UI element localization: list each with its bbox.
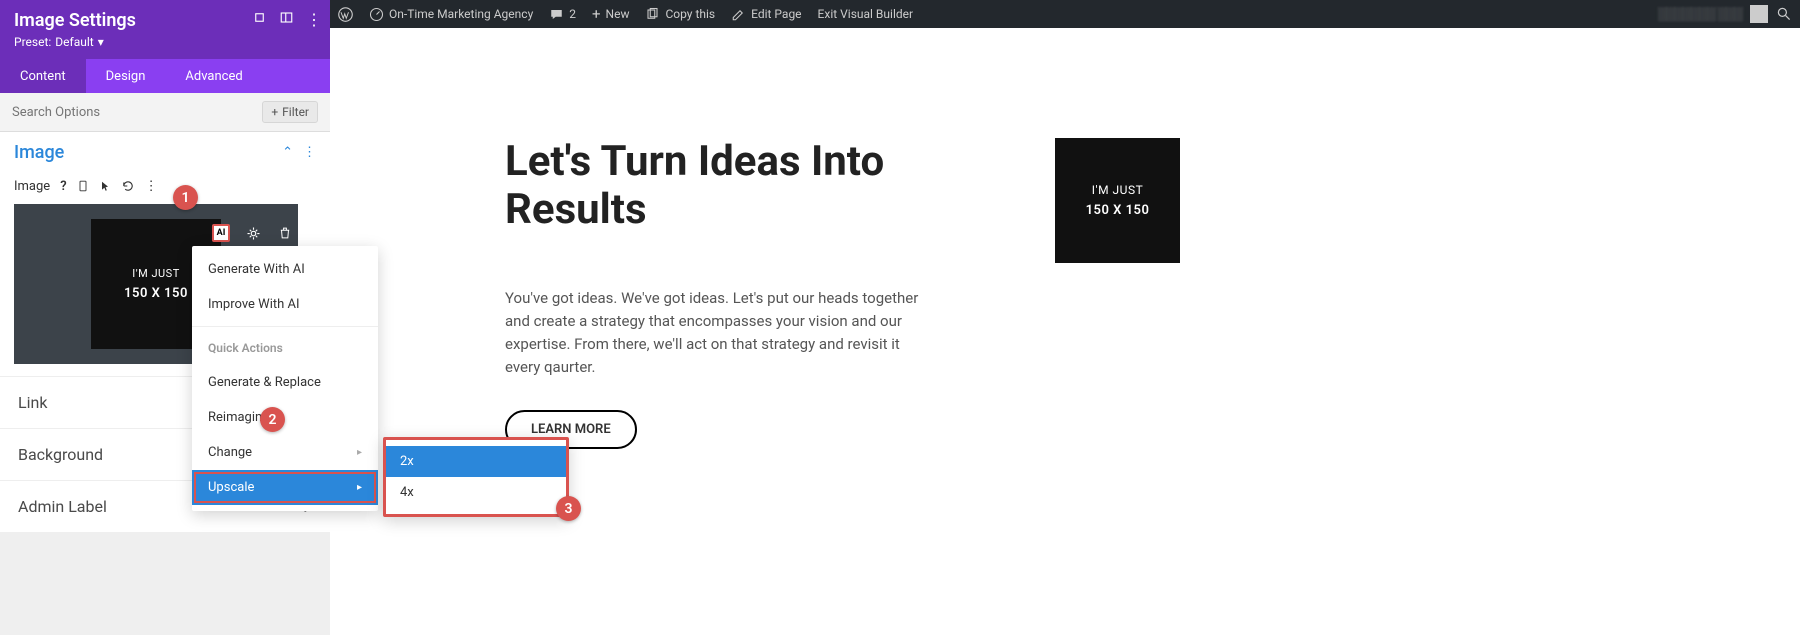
menu-improve-with-ai[interactable]: Improve With AI [192,287,378,322]
preset-value: Default [55,35,93,49]
upscale-submenu: 2x 4x [383,437,569,517]
ai-button[interactable]: AI [212,224,230,242]
step-badge-1: 1 [173,185,198,210]
image-field-row: Image ? ⋮ [0,173,330,200]
menu-quick-actions-heading: Quick Actions [192,331,378,365]
tab-content[interactable]: Content [0,59,86,93]
menu-reimagine[interactable]: Reimagine [192,400,378,435]
menu-generate-replace[interactable]: Generate & Replace [192,365,378,400]
section-more-icon[interactable]: ⋮ [303,145,316,160]
filter-plus-icon: + [271,105,278,119]
comment-icon [549,7,564,22]
hero-heading: Let's Turn Ideas Into Results [505,138,945,235]
preset-dropdown[interactable]: Preset: Default ▾ [14,35,316,49]
menu-generate-with-ai[interactable]: Generate With AI [192,252,378,287]
fullscreen-icon[interactable] [252,10,267,29]
preset-prefix: Preset: [14,35,51,49]
admin-comment-count: 2 [569,7,576,21]
admin-new-label: New [606,7,630,21]
menu-divider [192,326,378,327]
mobile-icon[interactable] [77,179,89,194]
hero-body-text: You've got ideas. We've got ideas. Let's… [505,287,935,380]
hover-cursor-icon[interactable] [99,179,111,194]
more-menu-icon[interactable]: ⋮ [306,10,322,29]
preview-line2: 150 X 150 [124,286,188,301]
wp-admin-bar: On-Time Marketing Agency 2 + New Copy th… [330,0,1800,28]
sidebar-tabs: Content Design Advanced [0,59,330,93]
admin-edit-page[interactable]: Edit Page [731,7,801,22]
tab-advanced[interactable]: Advanced [165,59,262,93]
admin-user-name-blurred: ░░░░░░░ ░░░ [1658,6,1742,22]
plus-icon: + [592,5,601,23]
search-options-input[interactable] [12,105,262,120]
link-section-label: Link [18,393,47,412]
upscale-4x[interactable]: 4x [386,477,566,508]
step-badge-2: 2 [260,407,285,432]
chevron-down-icon: ▾ [98,35,104,49]
admin-site-link[interactable]: On-Time Marketing Agency [369,7,533,22]
dashboard-icon [369,7,384,22]
settings-icon[interactable] [244,224,262,242]
collapse-icon[interactable]: ⌃ [282,145,293,160]
preview-line1: I'M JUST [132,267,180,280]
admin-new[interactable]: + New [592,5,629,23]
search-icon[interactable] [1776,6,1792,22]
page-preview: Let's Turn Ideas Into Results You've got… [330,28,1800,635]
step-badge-3: 3 [556,496,581,521]
undo-icon[interactable] [308,224,326,242]
admin-site-name: On-Time Marketing Agency [389,7,533,21]
menu-upscale-label: Upscale [208,480,254,495]
hero-image-line1: I'M JUST [1092,183,1144,197]
reset-icon[interactable] [121,179,135,194]
admin-copy-this-label: Copy this [665,7,715,21]
search-options-row: + Filter [0,93,330,132]
field-more-icon[interactable]: ⋮ [145,179,158,194]
background-section-label: Background [18,445,103,464]
menu-upscale[interactable]: Upscale ▸ [192,470,378,505]
menu-change-label: Change [208,445,252,460]
ai-menu: Generate With AI Improve With AI Quick A… [192,246,378,511]
admin-edit-page-label: Edit Page [751,7,801,21]
admin-label-section-label: Admin Label [18,497,107,516]
wordpress-icon [338,7,353,22]
filter-label: Filter [282,105,309,119]
pencil-icon [731,7,746,22]
image-field-label: Image [14,179,50,194]
submenu-arrow-icon: ▸ [357,447,362,458]
admin-comments[interactable]: 2 [549,7,576,22]
image-section-title: Image [14,142,64,163]
ai-icon: AI [212,224,230,242]
help-icon[interactable]: ? [60,179,66,194]
admin-copy-this[interactable]: Copy this [645,7,715,22]
admin-exit-vb-label: Exit Visual Builder [818,7,914,21]
copy-icon [645,7,660,22]
wp-logo[interactable] [338,7,353,22]
menu-change[interactable]: Change ▸ [192,435,378,470]
image-preview-toolbar: AI [212,224,326,242]
hero-image-line2: 150 X 150 [1086,203,1150,218]
tab-design[interactable]: Design [86,59,166,93]
admin-exit-vb[interactable]: Exit Visual Builder [818,7,914,21]
hero-image-placeholder: I'M JUST 150 X 150 [1055,138,1180,263]
trash-icon[interactable] [276,224,294,242]
upscale-2x[interactable]: 2x [386,446,566,477]
dock-icon[interactable] [279,10,294,29]
sidebar-header: Image Settings Preset: Default ▾ ⋮ [0,0,330,59]
avatar[interactable] [1750,5,1768,23]
filter-button[interactable]: + Filter [262,101,318,123]
submenu-arrow-icon: ▸ [357,482,362,493]
